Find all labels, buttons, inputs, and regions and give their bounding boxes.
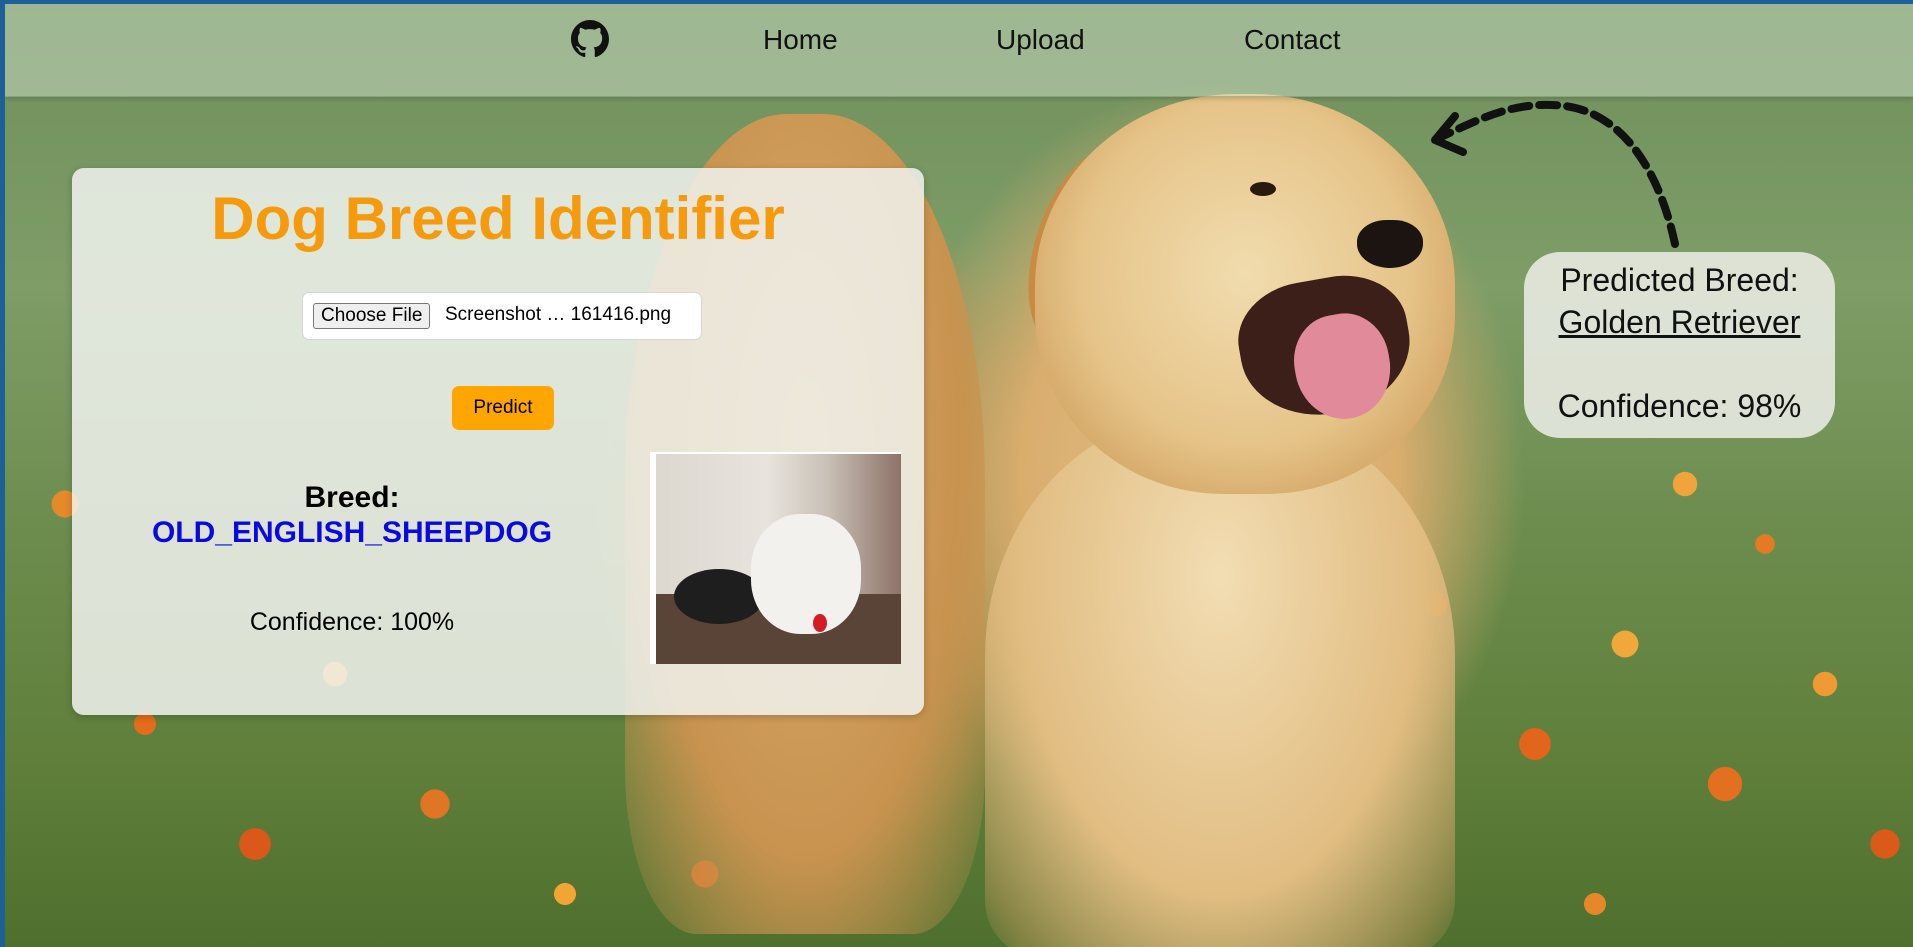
puppy-nose <box>1357 220 1423 268</box>
navbar: Home Upload Contact <box>5 4 1913 97</box>
file-input[interactable]: Choose File Screenshot … 161416.png <box>302 292 702 340</box>
image-dog-white <box>751 514 861 634</box>
nav-contact-link[interactable]: Contact <box>1244 24 1341 56</box>
curved-arrow-icon <box>1431 100 1679 248</box>
image-toy <box>813 614 827 632</box>
uploaded-dog-image <box>650 452 901 664</box>
breed-label: Breed: <box>304 481 400 514</box>
page-background: Home Upload Contact Dog Breed Identifier… <box>5 4 1913 947</box>
predict-button[interactable]: Predict <box>452 386 554 430</box>
predicted-breed-label: Predicted Breed: <box>1560 262 1799 298</box>
prediction-callout: Predicted Breed: Golden Retriever Confid… <box>1524 252 1835 438</box>
github-icon <box>571 20 609 58</box>
choose-file-button[interactable]: Choose File <box>313 303 431 329</box>
nav-upload-link[interactable]: Upload <box>996 24 1085 56</box>
identifier-card: Dog Breed Identifier Choose File Screens… <box>72 168 924 715</box>
breed-value: OLD_ENGLISH_SHEEPDOG <box>151 516 553 549</box>
nav-home-link[interactable]: Home <box>763 24 838 56</box>
confidence-text: Confidence: 100% <box>249 608 455 636</box>
predicted-confidence: Confidence: 98% <box>1557 388 1802 424</box>
predicted-breed-value: Golden Retriever <box>1558 304 1801 340</box>
puppy-eye <box>1250 182 1276 196</box>
selected-file-name: Screenshot … 161416.png <box>445 304 672 325</box>
github-icon[interactable] <box>571 20 609 58</box>
page-title: Dog Breed Identifier <box>211 185 785 252</box>
